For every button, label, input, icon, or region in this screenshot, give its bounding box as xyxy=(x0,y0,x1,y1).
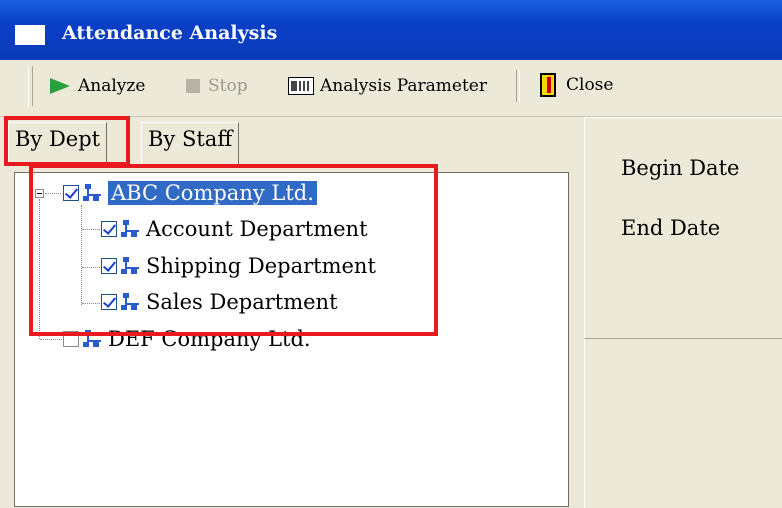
close-label: Close xyxy=(566,75,614,95)
close-button[interactable]: Close xyxy=(540,73,613,97)
org-chart-icon xyxy=(82,183,104,203)
tree-node-child[interactable]: Sales Department xyxy=(101,290,338,314)
tree-line xyxy=(39,199,41,339)
tree-line xyxy=(81,205,83,305)
analysis-parameter-button[interactable]: Analysis Parameter xyxy=(288,76,487,96)
tree-line xyxy=(82,229,100,231)
analyze-label: Analyze xyxy=(78,76,146,96)
result-panel xyxy=(584,338,782,508)
tree-node-label: Account Department xyxy=(146,217,368,241)
checkbox[interactable] xyxy=(101,258,117,274)
analyze-button[interactable]: Analyze xyxy=(50,76,145,96)
collapse-icon[interactable] xyxy=(35,189,44,198)
department-tree[interactable]: ABC Company Ltd. Account Department Ship… xyxy=(14,172,569,507)
checkbox[interactable] xyxy=(63,185,79,201)
tab-by-staff[interactable]: By Staff xyxy=(141,122,240,164)
tree-line xyxy=(40,339,64,341)
tree-node-root-2[interactable]: DEF Company Ltd. xyxy=(63,327,311,351)
close-door-icon xyxy=(540,73,556,97)
tab-strip: By Dept By Staff xyxy=(0,116,570,176)
parameter-icon xyxy=(288,77,314,95)
toolbar: Analyze Stop Analysis Parameter Close xyxy=(0,60,782,117)
window-title: Attendance Analysis xyxy=(62,22,278,44)
checkbox[interactable] xyxy=(101,294,117,310)
checkbox[interactable] xyxy=(63,331,79,347)
parameter-panel: Begin Date End Date xyxy=(584,117,782,338)
org-chart-icon xyxy=(120,256,142,276)
tab-by-dept[interactable]: By Dept xyxy=(8,122,108,164)
tree-line xyxy=(82,303,100,305)
tree-node-label: DEF Company Ltd. xyxy=(108,327,311,351)
title-bar: Attendance Analysis xyxy=(0,0,782,60)
tree-line xyxy=(82,267,100,269)
stop-button[interactable]: Stop xyxy=(186,76,248,96)
tree-node-root[interactable]: ABC Company Ltd. xyxy=(63,181,317,205)
tree-node-label: Shipping Department xyxy=(146,254,376,278)
org-chart-icon xyxy=(120,292,142,312)
begin-date-label: Begin Date xyxy=(621,156,740,180)
tree-node-child[interactable]: Account Department xyxy=(101,217,368,241)
play-icon xyxy=(50,78,70,94)
window-icon xyxy=(15,25,45,45)
org-chart-icon xyxy=(120,219,142,239)
end-date-label: End Date xyxy=(621,216,721,240)
tree-line xyxy=(45,193,61,195)
toolbar-grip[interactable] xyxy=(28,66,33,106)
tree-node-child[interactable]: Shipping Department xyxy=(101,254,376,278)
analysis-parameter-label: Analysis Parameter xyxy=(320,76,487,96)
tree-node-label: Sales Department xyxy=(146,290,338,314)
org-chart-icon xyxy=(82,329,104,349)
stop-icon xyxy=(186,79,200,93)
stop-label: Stop xyxy=(208,76,248,96)
checkbox[interactable] xyxy=(101,221,117,237)
toolbar-separator xyxy=(516,70,520,102)
tree-node-label: ABC Company Ltd. xyxy=(108,181,317,205)
